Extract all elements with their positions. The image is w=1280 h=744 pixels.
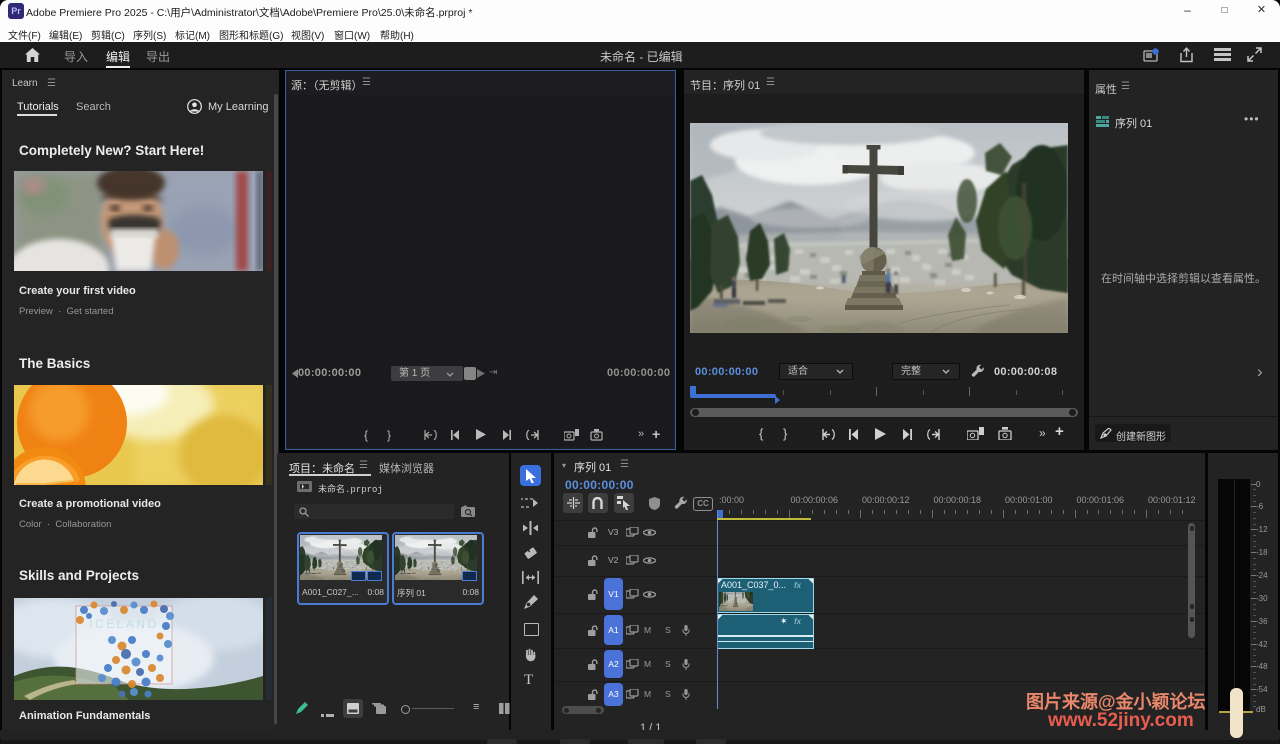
- svg-text:ICELAND: ICELAND: [89, 617, 159, 631]
